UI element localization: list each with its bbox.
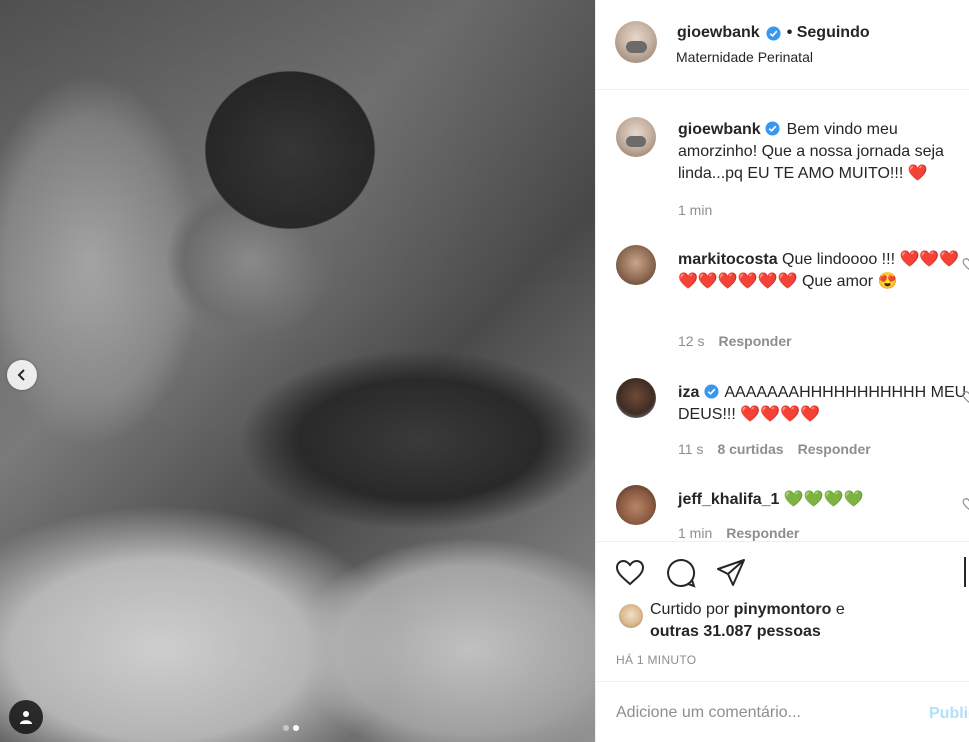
post-actions: Curtido por pinymontoro e outras 31.087 … [596,541,969,681]
comment-username[interactable]: iza [678,384,699,401]
likes-count[interactable]: 8 curtidas [717,441,783,457]
header-username[interactable]: gioewbank [677,24,760,42]
share-icon[interactable] [715,557,747,589]
heart-outline-icon[interactable] [962,497,969,511]
save-icon[interactable] [964,557,969,587]
reply-button[interactable]: Responder [798,441,871,457]
liked-by-prefix: Curtido por [650,601,730,618]
comments-list[interactable]: gioewbank Bem vindo meu amorzinho! Que a… [596,91,969,541]
avatar-gioewbank[interactable] [616,117,656,157]
liked-by-joiner: e [835,601,845,618]
post-header: gioewbank • Seguindo Maternidade Perinat… [596,0,969,90]
avatar-gioewbank[interactable] [615,21,657,63]
avatar-jeff-khalifa[interactable] [616,485,656,525]
like-icon[interactable] [614,557,646,589]
heart-emoji: ❤️ [907,165,928,182]
comment-input[interactable] [616,702,906,724]
comment-text-tail: Que amor [801,273,874,290]
avatar-markitocosta[interactable] [616,245,656,285]
avatar-pinymontoro[interactable] [619,604,643,628]
photo-shade [0,0,595,742]
tagged-users-button[interactable] [9,700,43,734]
comment-username[interactable]: jeff_khalifa_1 [678,491,779,508]
location-link[interactable]: Maternidade Perinatal [676,49,813,65]
heart-emojis: ❤️❤️❤️❤️ [740,406,820,423]
carousel-dot-2 [293,725,299,731]
comment-body: jeff_khalifa_1 💚💚💚💚 [678,489,968,511]
avatar-iza[interactable] [616,378,656,418]
chevron-left-icon [17,369,25,381]
comment-username[interactable]: markitocosta [678,251,778,268]
add-comment-bar: Publicar [596,681,969,742]
follow-status[interactable]: • Seguindo [787,24,870,42]
carousel-indicator [283,725,299,731]
carousel-dot-1 [283,725,289,731]
carousel-prev-button[interactable] [7,360,37,390]
comment-icon[interactable] [665,557,697,589]
verified-badge-icon [766,25,781,41]
liked-by-text: Curtido por pinymontoro e outras 31.087 … [650,599,845,643]
comment-meta: 12 s Responder [678,333,792,349]
verified-badge-icon [704,384,719,399]
post-photo[interactable] [0,0,595,742]
caption-time[interactable]: 1 min [678,202,712,218]
verified-badge-icon [765,121,780,136]
header-user: gioewbank • Seguindo [677,24,870,42]
comment-text: AAAAAAAHHHHHHHHHHH MEU DEUS!!! [678,384,967,423]
comment-body: iza AAAAAAAHHHHHHHHHHH MEU DEUS!!! ❤️❤️❤… [678,382,968,426]
heart-eyes-emoji: 😍 [877,273,898,290]
heart-outline-icon[interactable] [962,257,969,271]
heart-outline-icon[interactable] [962,390,969,404]
comment-text: Que lindoooo !!! [782,251,896,268]
comment-meta: 11 s 8 curtidas Responder [678,441,871,457]
comment-body: markitocosta Que lindoooo !!! ❤️❤️❤️❤️❤️… [678,249,968,293]
post-time[interactable]: HÁ 1 MINUTO [616,653,696,667]
caption-username[interactable]: gioewbank [678,121,761,138]
comment-time[interactable]: 12 s [678,333,704,349]
caption-body: gioewbank Bem vindo meu amorzinho! Que a… [678,119,968,185]
green-heart-emojis: 💚💚💚💚 [783,491,864,508]
liked-by-user[interactable]: pinymontoro [734,601,832,618]
comment-meta: 1 min Responder [678,525,799,541]
comment-time[interactable]: 1 min [678,525,712,541]
publish-button[interactable]: Publicar [929,705,969,723]
post-side-panel: gioewbank • Seguindo Maternidade Perinat… [595,0,969,742]
reply-button[interactable]: Responder [718,333,791,349]
caption-meta: 1 min [678,202,712,218]
user-icon [20,711,32,724]
liked-by-others[interactable]: outras 31.087 pessoas [650,623,821,640]
comment-time[interactable]: 11 s [678,441,703,457]
reply-button[interactable]: Responder [726,525,799,541]
